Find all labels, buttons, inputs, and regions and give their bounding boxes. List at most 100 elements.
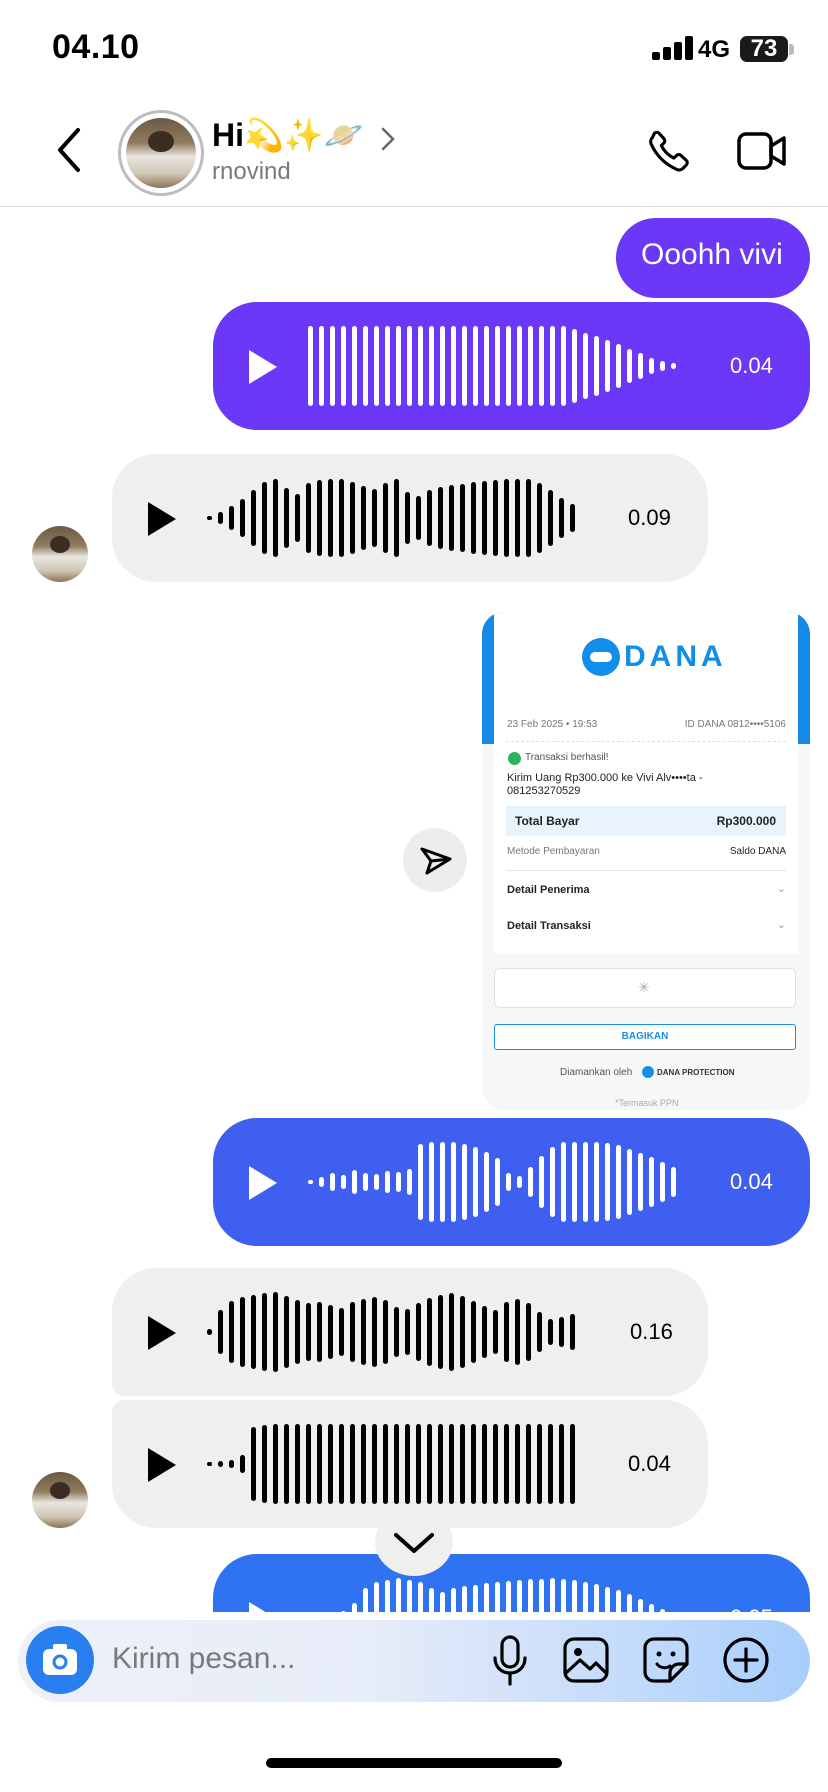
waveform-bar xyxy=(517,326,522,406)
voice-duration: 0.16 xyxy=(630,1319,673,1344)
waveform-bar xyxy=(251,1427,256,1501)
back-button[interactable] xyxy=(52,126,86,174)
waveform-bar xyxy=(295,1300,300,1364)
waveform-bar xyxy=(341,326,346,406)
contact-name[interactable]: Hi💫✨🪐 xyxy=(212,116,364,154)
waveform-bar xyxy=(504,479,509,557)
incoming-voice-message[interactable]: 0.09 xyxy=(112,454,708,582)
waveform-bar xyxy=(526,479,531,557)
sticker-icon[interactable] xyxy=(642,1636,690,1684)
outgoing-voice-message[interactable]: 0.04 xyxy=(213,1118,810,1246)
waveform-bar xyxy=(548,490,553,546)
play-icon[interactable] xyxy=(148,1448,176,1482)
play-icon[interactable] xyxy=(249,1166,277,1200)
waveform-bar xyxy=(526,1303,531,1361)
chevron-right-icon[interactable] xyxy=(380,126,396,152)
waveform-bar xyxy=(218,1461,223,1467)
voice-waveform[interactable] xyxy=(207,478,575,558)
share-button[interactable] xyxy=(403,828,467,892)
payment-receipt-image[interactable]: DANA 23 Feb 2025 • 19:53 ID DANA 0812•••… xyxy=(482,612,810,1110)
waveform-bar xyxy=(451,1142,456,1222)
dana-protection-label: DANA PROTECTION xyxy=(657,1068,735,1077)
waveform-bar xyxy=(306,483,311,553)
waveform-bar xyxy=(405,1424,410,1504)
waveform-bar xyxy=(449,1293,454,1371)
waveform-bar xyxy=(572,329,577,403)
waveform-bar xyxy=(251,1295,256,1369)
sender-avatar[interactable] xyxy=(32,526,88,582)
phone-call-button[interactable] xyxy=(644,126,694,176)
waveform-bar xyxy=(317,480,322,556)
waveform-bar xyxy=(229,1301,234,1363)
incoming-voice-message[interactable]: 0.16 xyxy=(112,1268,708,1396)
waveform-bar xyxy=(418,1144,423,1220)
voice-waveform[interactable] xyxy=(207,1292,575,1372)
waveform-bar xyxy=(559,498,564,538)
waveform-bar xyxy=(649,358,654,374)
payment-method-value: Saldo DANA xyxy=(729,846,786,857)
waveform-bar xyxy=(339,479,344,557)
microphone-icon[interactable] xyxy=(490,1634,530,1688)
waveform-bar xyxy=(493,480,498,556)
waveform-bar xyxy=(495,1158,500,1206)
waveform-bar xyxy=(548,1424,553,1504)
contact-avatar[interactable] xyxy=(118,110,204,196)
waveform-bar xyxy=(372,1424,377,1504)
waveform-bar xyxy=(330,326,335,406)
waveform-bar xyxy=(460,1296,465,1368)
waveform-bar xyxy=(561,326,566,406)
play-icon[interactable] xyxy=(148,1316,176,1350)
waveform-bar xyxy=(385,1171,390,1193)
waveform-bar xyxy=(471,1301,476,1363)
waveform-bar xyxy=(627,1149,632,1215)
outgoing-voice-message[interactable]: 0.04 xyxy=(213,302,810,430)
waveform-bar xyxy=(537,1312,542,1352)
waveform-bar xyxy=(482,1306,487,1358)
waveform-bar xyxy=(537,483,542,553)
loading-spinner-icon: ✳ xyxy=(638,979,650,995)
contact-username[interactable]: rnovind xyxy=(212,158,291,186)
waveform-bar xyxy=(306,1424,311,1504)
waveform-bar xyxy=(427,490,432,546)
total-value: Rp300.000 xyxy=(716,814,776,828)
waveform-bar xyxy=(328,479,333,557)
waveform-bar xyxy=(374,1174,379,1190)
video-call-button[interactable] xyxy=(736,128,788,174)
voice-waveform[interactable] xyxy=(308,326,676,406)
waveform-bar xyxy=(438,1295,443,1369)
scroll-to-bottom-button[interactable] xyxy=(375,1508,453,1576)
waveform-bar xyxy=(548,1319,553,1345)
waveform-bar xyxy=(561,1142,566,1222)
waveform-bar xyxy=(251,490,256,546)
waveform-bar xyxy=(616,1145,621,1219)
sender-avatar[interactable] xyxy=(32,1472,88,1528)
waveform-bar xyxy=(550,1147,555,1217)
receipt-dana-id: ID DANA 0812••••5106 xyxy=(684,719,786,730)
waveform-bar xyxy=(295,494,300,542)
waveform-bar xyxy=(493,1310,498,1354)
voice-waveform[interactable] xyxy=(308,1142,676,1222)
waveform-bar xyxy=(627,349,632,383)
voice-duration: 0.04 xyxy=(730,1169,773,1194)
check-icon xyxy=(508,752,521,765)
voice-waveform[interactable] xyxy=(207,1424,575,1504)
waveform-bar xyxy=(405,1309,410,1355)
waveform-bar xyxy=(460,484,465,552)
waveform-bar xyxy=(341,1175,346,1189)
waveform-bar xyxy=(372,1297,377,1367)
message-input[interactable]: Kirim pesan... xyxy=(112,1642,295,1676)
outgoing-text-message[interactable]: Ooohh vivi xyxy=(616,218,810,298)
receipt-card: DANA 23 Feb 2025 • 19:53 ID DANA 0812•••… xyxy=(494,612,798,954)
waveform-bar xyxy=(394,1424,399,1504)
gallery-icon[interactable] xyxy=(562,1636,610,1684)
camera-button[interactable] xyxy=(26,1626,94,1694)
play-icon[interactable] xyxy=(148,502,176,536)
waveform-bar xyxy=(506,1173,511,1191)
waveform-bar xyxy=(284,488,289,548)
play-icon[interactable] xyxy=(249,350,277,384)
waveform-bar xyxy=(570,1314,575,1350)
status-time: 04.10 xyxy=(52,28,140,66)
add-icon[interactable] xyxy=(722,1636,770,1684)
waveform-bar xyxy=(240,1455,245,1473)
waveform-bar xyxy=(471,482,476,554)
